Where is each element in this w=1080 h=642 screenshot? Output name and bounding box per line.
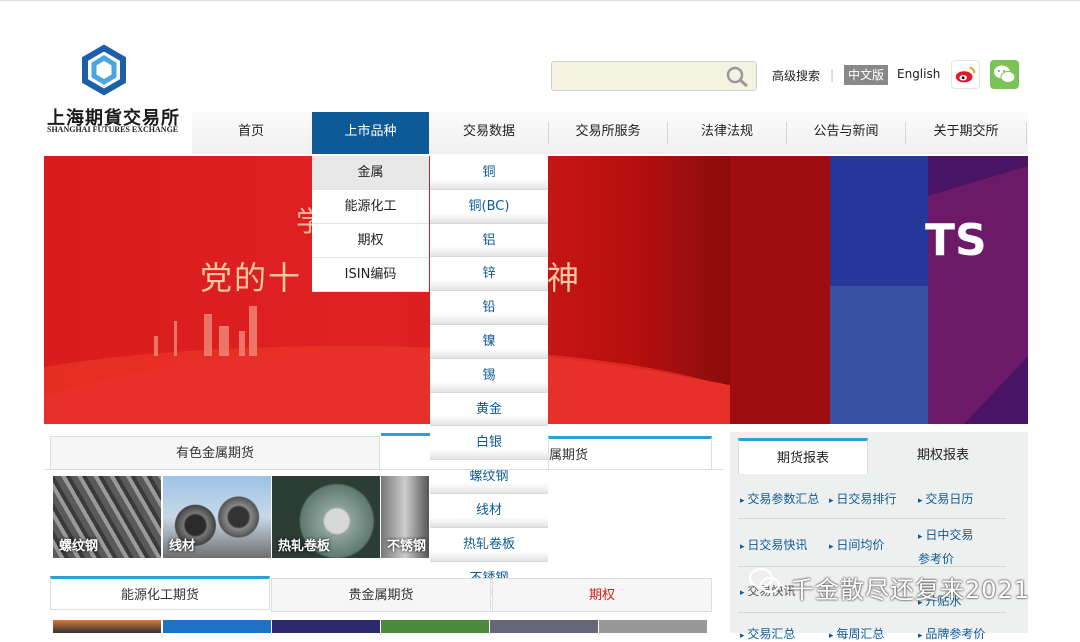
banner-headline-2a: 党的十 (200, 259, 303, 297)
thumb-wire[interactable]: 线材 (163, 476, 271, 558)
thumb-label: 热轧卷板 (278, 539, 331, 554)
nav-home[interactable]: 首页 (192, 112, 310, 154)
product-item[interactable]: 铜 (430, 156, 548, 190)
tab-energy[interactable]: 能源化工期货 (50, 576, 270, 610)
tab-ferrous[interactable]: 属期货 (548, 436, 712, 470)
submenu-energy-chem[interactable]: 能源化工 (312, 190, 429, 224)
thumb-label: 不锈钢 (387, 539, 427, 554)
thumb-bottom (272, 620, 380, 633)
nav-news[interactable]: 公告与新闻 (787, 112, 905, 154)
thumb-stainless[interactable]: 不锈钢 (381, 476, 429, 558)
submenu-products: 铜 铜(BC) 铝 锌 铅 镍 锡 黄金 白银 螺纹钢 线材 热轧卷板 不锈钢 (430, 156, 548, 596)
tab-options[interactable]: 期权 (492, 578, 712, 612)
nav-laws[interactable]: 法律法规 (668, 112, 786, 154)
thumb-bottom (163, 620, 271, 633)
submenu-metals[interactable]: 金属 (312, 156, 429, 190)
link-trade-summary[interactable]: 交易汇总 (740, 625, 795, 642)
thumb-bottom (599, 620, 707, 633)
tab-precious[interactable]: 贵金属期货 (271, 578, 491, 612)
wechat-watermark-icon (749, 568, 780, 593)
submenu-categories: 金属 能源化工 期权 ISIN编码 (312, 156, 429, 292)
nav-trading-data[interactable]: 交易数据 (430, 112, 548, 154)
link-weekly[interactable]: 每周汇总 (829, 625, 884, 642)
link-params-summary[interactable]: 交易参数汇总 (740, 490, 819, 507)
thumb-hot-rolled[interactable]: 热轧卷板 (272, 476, 380, 558)
product-item[interactable]: 铝 (430, 223, 548, 258)
lang-english-link[interactable]: English (897, 67, 940, 81)
nav-divider (1026, 122, 1027, 144)
product-item[interactable]: 锌 (430, 257, 548, 292)
nav-exchange-services[interactable]: 交易所服务 (549, 112, 667, 154)
weibo-icon[interactable] (951, 60, 980, 89)
tab-options-reports[interactable]: 期权报表 (870, 438, 1016, 474)
banner-headline-2b: 神 (547, 259, 582, 297)
tab-accent (381, 433, 430, 436)
product-item[interactable]: 铜(BC) (430, 189, 548, 224)
search-input[interactable] (552, 62, 722, 90)
divider (44, 469, 724, 470)
product-item[interactable]: 螺纹钢 (430, 460, 548, 494)
thumb-bottom (490, 620, 598, 633)
tab-nonferrous[interactable]: 有色金属期货 (50, 436, 380, 470)
link-daily-avg[interactable]: 日间均价 (829, 536, 884, 553)
product-item[interactable]: 线材 (430, 493, 548, 528)
row-divider (738, 518, 1006, 519)
link-daily-news[interactable]: 日交易快讯 (740, 536, 807, 553)
brand-subtitle: SHANGHAI FUTURES EXCHANGE (47, 125, 179, 134)
nav-about[interactable]: 关于期交所 (906, 112, 1026, 154)
product-item[interactable]: 白银 (430, 426, 548, 461)
tab-futures-reports[interactable]: 期货报表 (738, 438, 868, 474)
watermark-text: 千金散尽还复来2021 (790, 576, 1031, 604)
product-item[interactable]: 镍 (430, 324, 548, 359)
thumb-bottom (53, 620, 161, 633)
product-item[interactable]: 铅 (430, 291, 548, 325)
product-item[interactable]: 黄金 (430, 392, 548, 427)
row-divider (738, 612, 1006, 613)
advanced-search-link[interactable]: 高级搜索 (772, 67, 820, 84)
link-ref-price[interactable]: 日中交易参考价 (918, 524, 978, 570)
link-daily-ranking[interactable]: 日交易排行 (829, 490, 896, 507)
link-calendar[interactable]: 交易日历 (918, 490, 973, 507)
thumb-rebar[interactable]: 螺纹钢 (53, 476, 161, 558)
thumb-label: 螺纹钢 (59, 539, 99, 554)
thumb-bottom (381, 620, 489, 633)
submenu-options[interactable]: 期权 (312, 224, 429, 258)
submenu-isin[interactable]: ISIN编码 (312, 258, 429, 292)
wechat-icon[interactable] (990, 60, 1019, 89)
lang-chinese-button[interactable]: 中文版 (844, 65, 888, 85)
product-item[interactable]: 热轧卷板 (430, 527, 548, 562)
thumb-label: 线材 (169, 539, 196, 554)
product-item[interactable]: 锡 (430, 358, 548, 393)
separator: | (830, 68, 835, 82)
banner-right-text: TS (925, 215, 987, 266)
search-icon[interactable] (725, 66, 749, 88)
top-border (0, 0, 1080, 1)
link-brand-price[interactable]: 品牌参考价 (918, 625, 985, 642)
nav-listed-products[interactable]: 上市品种 (312, 112, 429, 154)
